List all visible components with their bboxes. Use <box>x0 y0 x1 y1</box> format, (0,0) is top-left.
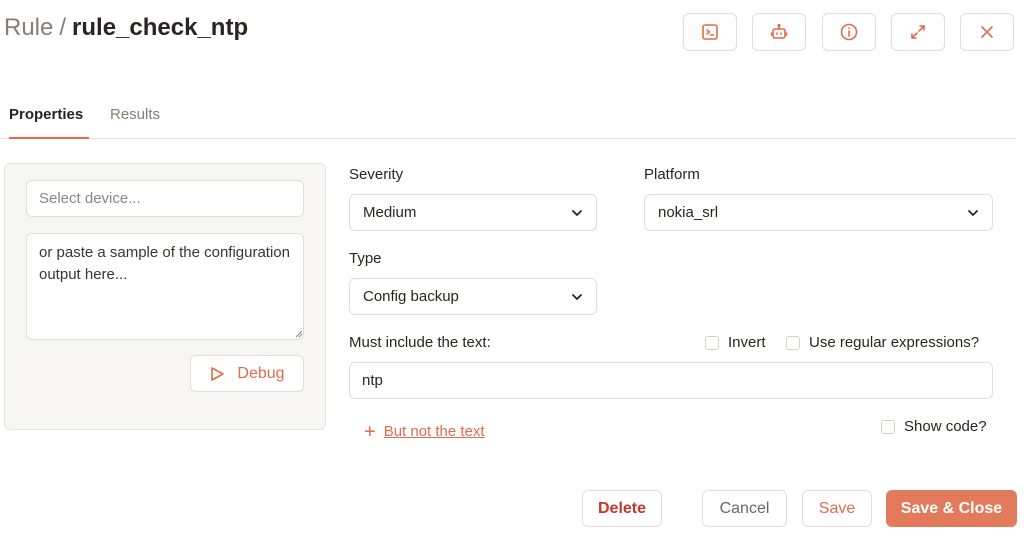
type-label: Type <box>349 250 382 267</box>
terminal-icon <box>702 24 718 40</box>
must-include-value: ntp <box>362 372 383 389</box>
must-include-label: Must include the text: <box>349 334 491 351</box>
type-select[interactable]: Config backup <box>349 278 597 315</box>
breadcrumb-rule[interactable]: Rule <box>4 14 53 41</box>
regex-checkbox-box[interactable] <box>786 335 800 350</box>
debug-button[interactable]: Debug <box>190 355 304 392</box>
close-icon <box>981 26 993 38</box>
robot-icon <box>770 23 788 39</box>
must-include-input[interactable]: ntp <box>349 362 993 399</box>
device-select-input[interactable] <box>26 180 304 217</box>
tab-results[interactable]: Results <box>110 106 160 139</box>
tab-properties[interactable]: Properties <box>9 106 89 139</box>
robot-button[interactable] <box>752 13 806 51</box>
add-exclusion-link[interactable]: + But not the text <box>364 420 485 443</box>
debug-button-label: Debug <box>237 364 285 382</box>
terminal-button[interactable] <box>683 13 737 51</box>
config-sample-textarea[interactable] <box>26 233 304 340</box>
severity-select[interactable]: Medium <box>349 194 597 231</box>
show-code-checkbox[interactable]: Show code? <box>881 418 987 435</box>
cancel-button[interactable]: Cancel <box>702 490 787 527</box>
invert-checkbox[interactable]: Invert <box>705 334 766 351</box>
regex-label: Use regular expressions? <box>809 334 980 351</box>
save-close-button[interactable]: Save & Close <box>886 490 1017 527</box>
platform-select[interactable]: nokia_srl <box>644 194 993 231</box>
show-code-label: Show code? <box>904 418 987 435</box>
severity-label: Severity <box>349 166 404 183</box>
debug-panel: Debug <box>4 163 326 430</box>
platform-value: nokia_srl <box>658 204 719 221</box>
save-button[interactable]: Save <box>802 490 872 527</box>
info-icon <box>840 23 858 41</box>
play-icon <box>211 366 225 381</box>
resize-grip-icon[interactable] <box>295 330 303 338</box>
expand-icon <box>911 25 925 39</box>
chevron-down-icon <box>572 209 582 216</box>
plus-icon: + <box>364 420 376 443</box>
show-code-checkbox-box[interactable] <box>881 419 895 434</box>
expand-button[interactable] <box>891 13 945 51</box>
add-exclusion-label: But not the text <box>383 423 485 440</box>
rule-name: rule_check_ntp <box>72 14 249 41</box>
severity-value: Medium <box>363 204 417 221</box>
tab-bar: Properties Results <box>0 96 1016 139</box>
page-title: Rule / rule_check_ntp <box>4 14 248 42</box>
breadcrumb-separator: / <box>59 14 67 41</box>
platform-label: Platform <box>644 166 700 183</box>
chevron-down-icon <box>572 293 582 300</box>
regex-checkbox[interactable]: Use regular expressions? <box>786 334 979 351</box>
delete-button[interactable]: Delete <box>582 490 662 527</box>
invert-checkbox-box[interactable] <box>705 335 719 350</box>
invert-label: Invert <box>728 334 766 351</box>
chevron-down-icon <box>968 209 978 216</box>
close-button[interactable] <box>960 13 1014 51</box>
type-value: Config backup <box>363 288 459 305</box>
info-button[interactable] <box>822 13 876 51</box>
